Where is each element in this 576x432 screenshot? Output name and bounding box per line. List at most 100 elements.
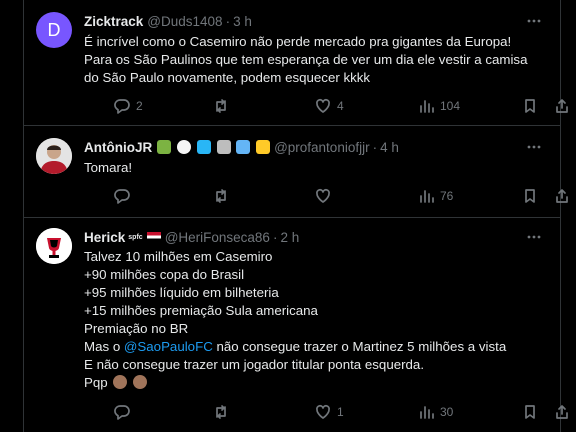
teacher-icon	[256, 139, 271, 154]
bookmark-icon	[525, 189, 535, 203]
laptop-icon	[236, 139, 251, 154]
view-count: 30	[440, 405, 454, 419]
action-bar: 76	[80, 186, 568, 206]
tweet-line: Tomara!	[84, 160, 133, 175]
share-button[interactable]	[554, 96, 570, 116]
tweet-line: E não consegue trazer um jogador titular…	[84, 357, 425, 372]
separator-dot: ·	[372, 139, 378, 155]
tweet-line: Mas o @SaoPauloFC não consegue trazer o …	[84, 338, 546, 356]
tweet-line: +90 milhões copa do Brasil	[84, 267, 245, 282]
share-icon	[556, 99, 568, 113]
tweet-header: AntônioJR @profantoniofjjr · 4 h	[84, 137, 548, 157]
emoji-icon	[196, 139, 211, 154]
tweet-line: É incrível como o Casemiro não perde mer…	[84, 34, 512, 49]
tweet-text: É incrível como o Casemiro não perde mer…	[84, 33, 546, 87]
user-handle[interactable]: @Duds1408	[147, 14, 222, 29]
tweet-header: Zicktrack @Duds1408 · 3 h	[84, 11, 548, 31]
separator-dot: ·	[272, 229, 278, 245]
view-count: 76	[440, 189, 454, 203]
display-name[interactable]: Zicktrack	[84, 14, 143, 29]
name-badge: spfc	[128, 233, 143, 241]
retweet-icon	[216, 405, 226, 419]
user-handle[interactable]: @profantoniofjjr	[274, 140, 370, 155]
separator-dot: ·	[225, 13, 231, 29]
reply-icon	[114, 189, 130, 204]
avatar[interactable]: D	[36, 12, 72, 48]
line-text: Pqp	[84, 375, 108, 390]
display-name[interactable]: AntônioJR	[84, 140, 152, 155]
user-handle[interactable]: @HeriFonseca86	[165, 230, 270, 245]
reply-icon	[114, 405, 130, 420]
tweet-line: do São Paulo novamente, podem esquecer k…	[84, 70, 371, 85]
views-icon	[420, 100, 434, 113]
tweet[interactable]: AntônioJR @profantoniofjjr · 4 h Tomara!	[24, 126, 568, 218]
tweet-line: +15 milhões premiação Sula americana	[84, 303, 318, 318]
like-button[interactable]: 1	[315, 402, 344, 422]
reply-button[interactable]	[114, 186, 136, 206]
avatar-letter: D	[47, 19, 61, 40]
line-text: Mas o	[84, 339, 124, 354]
views-icon	[420, 190, 434, 203]
tweet[interactable]: D Zicktrack @Duds1408 · 3 h É incrível c…	[24, 0, 568, 126]
tweet-line: +95 milhões líquido em bilheteria	[84, 285, 279, 300]
action-bar: 1 30	[80, 402, 568, 422]
heart-icon	[316, 98, 330, 113]
emoji-icon	[216, 139, 231, 154]
reply-button[interactable]	[114, 402, 136, 422]
tweet-line: Premiação no BR	[84, 321, 189, 336]
avatar[interactable]	[36, 228, 72, 264]
soccer-ball-icon	[177, 139, 192, 154]
reply-count: 2	[136, 99, 143, 113]
share-button[interactable]	[554, 402, 570, 422]
bookmark-button[interactable]	[522, 186, 538, 206]
views-button[interactable]: 104	[418, 96, 460, 116]
tweet-header: Herick spfc @HeriFonseca86 · 2 h	[84, 227, 548, 247]
retweet-button[interactable]	[213, 96, 235, 116]
tweet-line: Talvez 10 milhões em Casemiro	[84, 249, 273, 264]
bookmark-icon	[525, 99, 535, 113]
name-emojis	[155, 139, 271, 155]
reply-icon	[114, 99, 130, 114]
retweet-button[interactable]	[213, 186, 235, 206]
bookmark-button[interactable]	[522, 96, 538, 116]
retweet-icon	[216, 189, 226, 203]
timestamp[interactable]: 3 h	[233, 14, 252, 29]
tweet-line: Pqp	[84, 374, 546, 392]
like-count: 4	[337, 99, 344, 113]
avatar[interactable]	[36, 138, 72, 174]
display-name[interactable]: Herick	[84, 230, 125, 245]
share-icon	[556, 405, 568, 419]
views-icon	[420, 406, 434, 419]
view-count: 104	[440, 99, 461, 113]
like-button[interactable]	[315, 186, 337, 206]
views-button[interactable]: 30	[418, 402, 453, 422]
more-options-icon[interactable]	[524, 11, 544, 31]
timestamp[interactable]: 2 h	[280, 230, 299, 245]
views-button[interactable]: 76	[418, 186, 453, 206]
more-options-icon[interactable]	[524, 227, 544, 247]
heart-icon	[316, 404, 330, 419]
facepalm-emoji-icon	[133, 375, 148, 389]
more-options-icon[interactable]	[524, 137, 544, 157]
tweet-line: Para os São Paulinos que tem esperança d…	[84, 52, 528, 67]
share-icon	[556, 189, 568, 203]
reply-button[interactable]: 2	[114, 96, 143, 116]
timeline: D Zicktrack @Duds1408 · 3 h É incrível c…	[23, 0, 568, 432]
facepalm-emoji-icon	[113, 375, 128, 389]
timestamp[interactable]: 4 h	[380, 140, 399, 155]
retweet-icon	[216, 99, 226, 113]
like-button[interactable]: 4	[315, 96, 344, 116]
retweet-button[interactable]	[213, 402, 235, 422]
flag-icon	[146, 232, 161, 242]
club-crest-icon	[36, 228, 72, 264]
heart-icon	[316, 188, 330, 203]
tweet[interactable]: Herick spfc @HeriFonseca86 · 2 h Talvez …	[24, 218, 568, 432]
mention-link[interactable]: @SaoPauloFC	[124, 339, 213, 354]
profile-photo	[36, 138, 72, 174]
bookmark-button[interactable]	[522, 402, 538, 422]
like-count: 1	[337, 405, 344, 419]
action-bar: 2 4 104	[80, 96, 568, 116]
tweet-text: Tomara!	[84, 159, 546, 177]
share-button[interactable]	[554, 186, 570, 206]
emoji-icon	[157, 139, 172, 154]
